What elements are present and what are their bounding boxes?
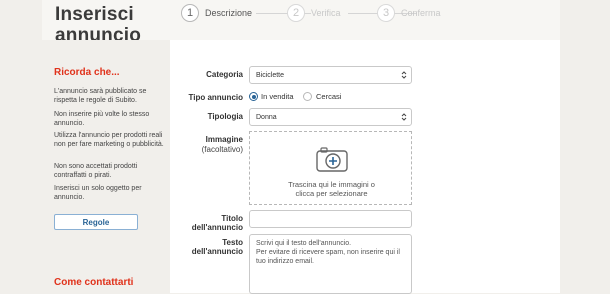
radio-label: Cercasi <box>316 92 342 101</box>
title-input[interactable] <box>249 210 412 228</box>
category-label: Categoria <box>206 70 243 79</box>
title-label: Titolo dell'annuncio <box>191 214 243 232</box>
step-label: Verifica <box>311 8 345 18</box>
radio-in-vendita[interactable] <box>249 92 258 101</box>
camera-add-icon <box>316 147 348 172</box>
step-number: 2 <box>287 4 305 22</box>
typology-label: Tipologia <box>207 112 243 121</box>
step-number: 1 <box>181 4 199 22</box>
step-conferma: 3 Conferma <box>377 3 441 23</box>
tip-text: Utilizza l'annuncio per prodotti reali n… <box>54 132 164 148</box>
category-value: Biciclette <box>256 71 285 79</box>
select-arrows-icon <box>401 71 407 79</box>
radio-cercasi[interactable] <box>303 92 312 101</box>
step-label: Conferma <box>401 8 441 18</box>
tip-text: Inserisci un solo oggetto per annuncio. <box>54 185 142 201</box>
image-label-text: Immagine <box>205 135 243 144</box>
step-descrizione: 1 Descrizione <box>181 3 257 23</box>
typology-select[interactable]: Donna <box>249 108 412 126</box>
reminder-heading: Ricorda che... <box>54 67 120 78</box>
step-number: 3 <box>377 4 395 22</box>
image-label: Immagine <box>171 135 243 144</box>
tip-text: Non inserire più volte lo stesso annunci… <box>54 111 150 127</box>
dropzone-text: Trascina qui le immagini o clicca per se… <box>288 180 375 198</box>
step-connector <box>348 13 378 14</box>
description-textarea[interactable]: Scrivi qui il testo dell'annuncio. Per e… <box>249 234 412 294</box>
tip-text: Non sono accettati prodotti contraffatti… <box>54 163 138 179</box>
image-optional-text: (facoltativo) <box>201 145 243 154</box>
sidebar: Ricorda che... L'annuncio sarà pubblicat… <box>42 40 170 293</box>
select-arrows-icon <box>401 113 407 121</box>
ad-type-label: Tipo annuncio <box>188 93 243 102</box>
text-label: Testo dell'annuncio <box>191 238 243 256</box>
image-sublabel: (facoltativo) <box>171 145 243 154</box>
rules-button[interactable]: Regole <box>54 214 138 230</box>
contact-heading: Come contattarti <box>54 277 134 288</box>
radio-label: In vendita <box>261 92 294 101</box>
image-dropzone[interactable]: Trascina qui le immagini o clicca per se… <box>249 131 412 205</box>
tip-text: L'annuncio sarà pubblicato se rispetta l… <box>54 88 147 104</box>
top-bar: Inserisci annuncio 1 Descrizione 2 Verif… <box>42 0 560 46</box>
typology-value: Donna <box>256 113 277 121</box>
step-verifica: 2 Verifica <box>287 3 345 23</box>
category-select[interactable]: Biciclette <box>249 66 412 84</box>
step-label: Descrizione <box>205 8 257 18</box>
